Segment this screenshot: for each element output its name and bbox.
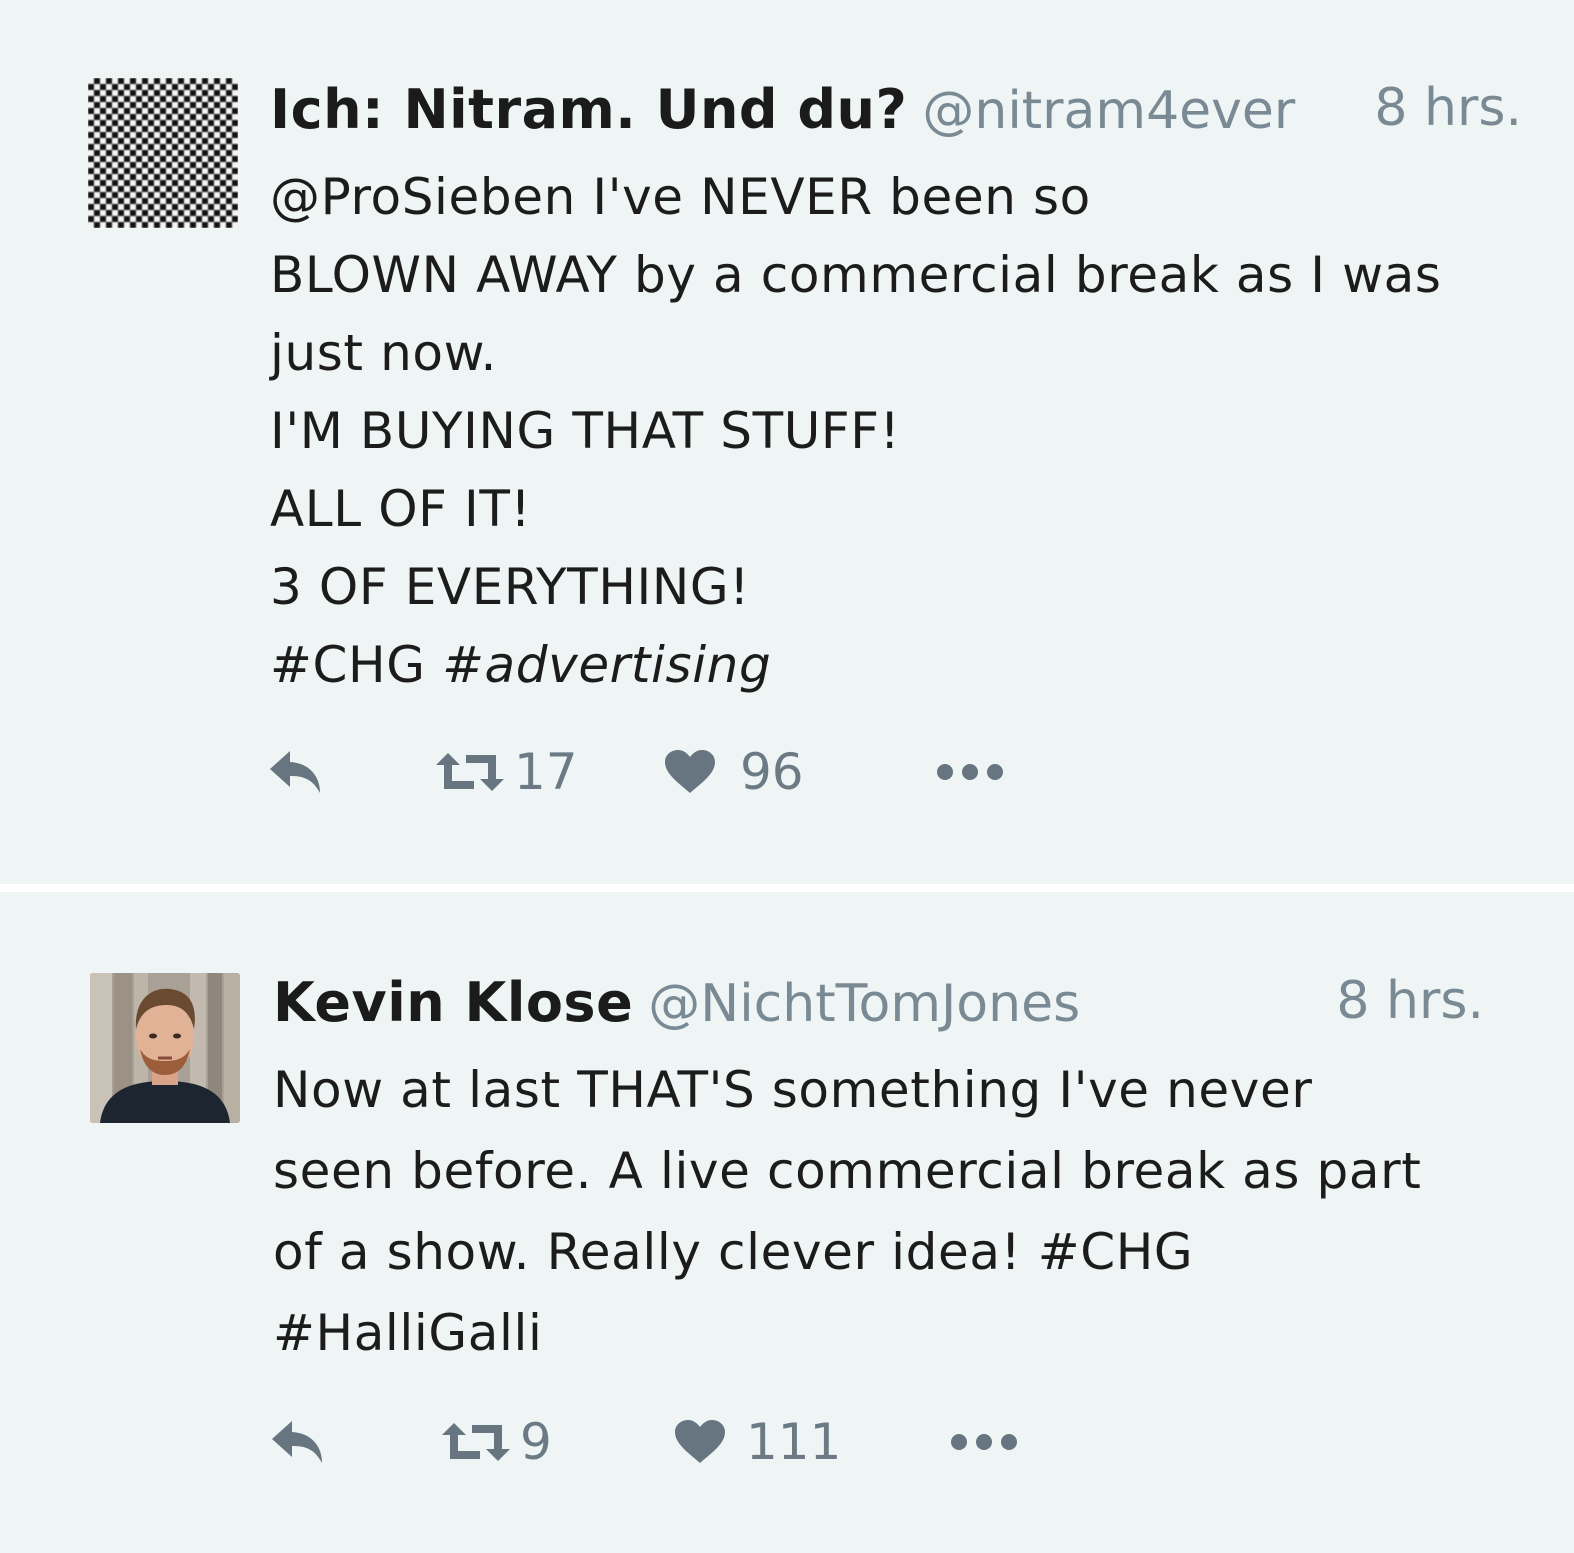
tweet-text-line: BLOWN AWAY by a commercial break as I wa… bbox=[270, 246, 1442, 304]
more-icon bbox=[937, 764, 1003, 780]
more-button[interactable] bbox=[936, 742, 1004, 802]
retweet-icon bbox=[442, 1423, 510, 1461]
tweet-divider bbox=[0, 884, 1574, 892]
retweet-icon bbox=[436, 753, 504, 791]
avatar[interactable] bbox=[88, 78, 238, 228]
hashtag-link[interactable]: #CHG bbox=[270, 636, 426, 694]
user-name[interactable]: Kevin Klose bbox=[273, 971, 633, 1034]
tweet-text-line: Now at last THAT'S something I've never bbox=[273, 1061, 1313, 1119]
retweet-button[interactable]: 9 bbox=[442, 1412, 552, 1472]
tweet-text: @ProSieben I've NEVER been so BLOWN AWAY… bbox=[270, 158, 1442, 704]
tweet-text-line: ALL OF IT! bbox=[270, 480, 532, 538]
reply-icon bbox=[272, 1421, 322, 1463]
retweet-count: 17 bbox=[514, 743, 578, 801]
like-button[interactable]: 96 bbox=[664, 742, 804, 802]
heart-icon bbox=[675, 1420, 725, 1463]
user-handle[interactable]: @nitram4ever bbox=[922, 81, 1295, 141]
retweet-count: 9 bbox=[520, 1413, 552, 1471]
tweet-header: Ich: Nitram. Und du? @nitram4ever bbox=[270, 78, 1295, 141]
like-count: 96 bbox=[740, 743, 804, 801]
pixelated-avatar-image bbox=[88, 78, 238, 228]
hashtag-link[interactable]: #advertising bbox=[442, 636, 771, 694]
tweet-text-line: seen before. A live commercial break as … bbox=[273, 1142, 1422, 1200]
like-count: 111 bbox=[746, 1413, 842, 1471]
user-name[interactable]: Ich: Nitram. Und du? bbox=[270, 78, 907, 141]
timestamp[interactable]: 8 hrs. bbox=[1374, 78, 1522, 138]
tweet-text-line: of a show. Really clever idea! #CHG bbox=[273, 1223, 1194, 1281]
reply-icon bbox=[270, 751, 320, 793]
like-button[interactable]: 111 bbox=[674, 1412, 841, 1472]
profile-photo bbox=[90, 973, 240, 1123]
heart-icon bbox=[665, 750, 715, 793]
tweet[interactable]: Ich: Nitram. Und du? @nitram4ever 8 hrs.… bbox=[0, 0, 1574, 884]
tweet-header: Kevin Klose @NichtTomJones bbox=[273, 971, 1080, 1034]
more-icon bbox=[951, 1434, 1017, 1450]
retweet-button[interactable]: 17 bbox=[436, 742, 578, 802]
more-button[interactable] bbox=[950, 1412, 1018, 1472]
tweet-text: Now at last THAT'S something I've never … bbox=[273, 1050, 1421, 1374]
tweet-text-line: just now. bbox=[270, 324, 498, 382]
reply-button[interactable] bbox=[268, 742, 326, 802]
tweet-text-line: I'M BUYING THAT STUFF! bbox=[270, 402, 901, 460]
avatar[interactable] bbox=[90, 973, 240, 1123]
user-handle[interactable]: @NichtTomJones bbox=[648, 974, 1080, 1034]
tweet-text-line: @ProSieben I've NEVER been so bbox=[270, 168, 1091, 226]
reply-button[interactable] bbox=[270, 1412, 328, 1472]
tweet-text-line: 3 OF EVERYTHING! bbox=[270, 558, 750, 616]
tweet-text-line: #HalliGalli bbox=[273, 1304, 543, 1362]
tweet-text-line: #CHG #advertising bbox=[270, 626, 1442, 704]
timestamp[interactable]: 8 hrs. bbox=[1336, 971, 1484, 1031]
tweet[interactable]: Kevin Klose @NichtTomJones 8 hrs. Now at… bbox=[0, 892, 1574, 1553]
